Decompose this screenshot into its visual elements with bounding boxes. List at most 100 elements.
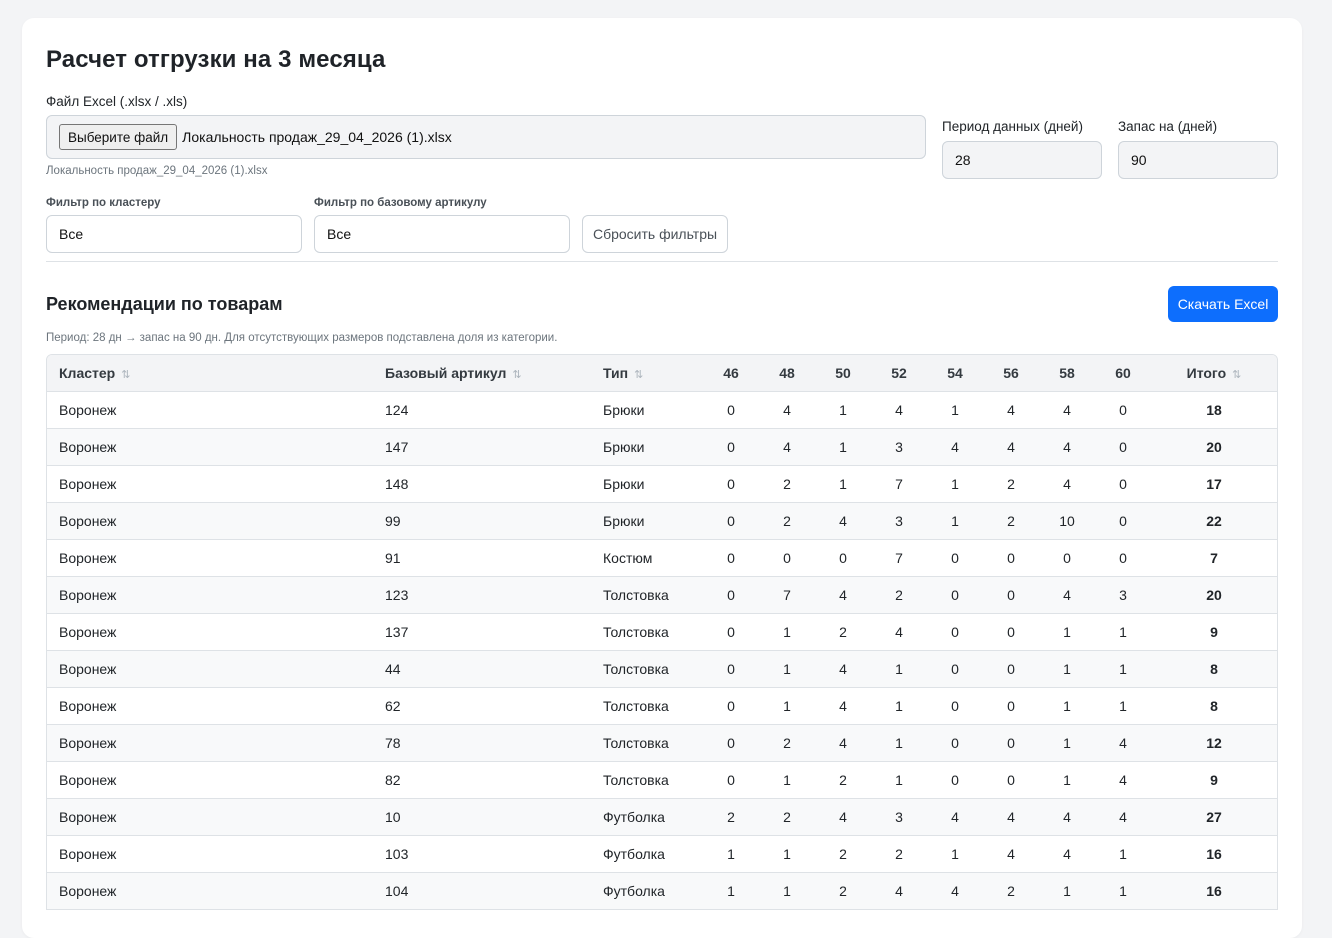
sort-icon[interactable]: ⇅ <box>121 369 130 381</box>
table-cell: 0 <box>1119 475 1127 492</box>
column-header[interactable]: Кластер ⇅ <box>47 355 373 391</box>
table-cell: 1 <box>839 401 847 418</box>
table-cell: 2 <box>1007 475 1015 492</box>
table-cell: 137 <box>385 623 409 640</box>
table-cell: 0 <box>727 512 735 529</box>
table-cell: 103 <box>385 845 409 862</box>
table-cell: 9 <box>1210 623 1218 640</box>
sort-icon[interactable]: ⇅ <box>1232 369 1241 381</box>
table-cell: 1 <box>1119 697 1127 714</box>
column-header-label: 52 <box>891 364 907 381</box>
table-cell: 1 <box>951 512 959 529</box>
table-cell: Воронеж <box>59 734 117 751</box>
selected-file-name: Локальность продаж_29_04_2026 (1).xlsx <box>182 129 452 145</box>
table-cell: 1 <box>1119 882 1127 899</box>
column-header-label: 60 <box>1115 364 1131 381</box>
column-header-label: 48 <box>779 364 795 381</box>
table-cell: 10 <box>385 808 401 825</box>
table-cell: 1 <box>1063 623 1071 640</box>
table-cell: 2 <box>839 882 847 899</box>
table-cell: 8 <box>1210 697 1218 714</box>
table-cell: 0 <box>951 549 959 566</box>
table-row: Воронеж 44 Толстовка 0 1 4 1 0 0 1 1 8 <box>47 650 1277 687</box>
table-cell: Толстовка <box>603 586 669 603</box>
table-cell: 1 <box>895 771 903 788</box>
table-cell: 0 <box>1007 549 1015 566</box>
file-upload-input[interactable]: Выберите файл Локальность продаж_29_04_2… <box>46 115 926 159</box>
table-cell: 0 <box>727 586 735 603</box>
table-cell: Воронеж <box>59 512 117 529</box>
stock-days-input[interactable]: 90 <box>1118 141 1278 179</box>
table-cell: 2 <box>783 734 791 751</box>
table-cell: 0 <box>1063 549 1071 566</box>
table-cell: Костюм <box>603 549 653 566</box>
table-cell: 1 <box>895 734 903 751</box>
table-cell: 4 <box>951 882 959 899</box>
cluster-filter-label: Фильтр по кластеру <box>46 197 161 209</box>
table-cell: 27 <box>1206 808 1222 825</box>
table-cell: 4 <box>1063 475 1071 492</box>
table-cell: 17 <box>1206 475 1222 492</box>
table-cell: Брюки <box>603 475 645 492</box>
table-cell: 1 <box>951 475 959 492</box>
reset-filters-button[interactable]: Сбросить фильтры <box>582 215 728 253</box>
table-cell: 0 <box>1119 512 1127 529</box>
file-hint: Локальность продаж_29_04_2026 (1).xlsx <box>46 165 268 177</box>
table-cell: 0 <box>727 697 735 714</box>
table-cell: 82 <box>385 771 401 788</box>
table-cell: Воронеж <box>59 401 117 418</box>
table-cell: Воронеж <box>59 549 117 566</box>
column-header-label: Тип <box>603 364 629 381</box>
table-cell: 1 <box>839 475 847 492</box>
article-filter-select[interactable]: Все <box>314 215 570 253</box>
period-note: Период: 28 дн → запас на 90 дн. Для отсу… <box>46 332 558 344</box>
sort-icon[interactable]: ⇅ <box>512 369 521 381</box>
cluster-filter-select[interactable]: Все <box>46 215 302 253</box>
column-header: 58 <box>1037 355 1097 391</box>
table-cell: 148 <box>385 475 409 492</box>
choose-file-button[interactable]: Выберите файл <box>59 124 178 150</box>
table-cell: 4 <box>1063 586 1071 603</box>
table-cell: Толстовка <box>603 660 669 677</box>
table-header-row: Кластер ⇅ Базовый артикул ⇅ Тип ⇅ 46 48 50 52 54 56… <box>47 355 1277 391</box>
table-cell: 0 <box>1007 771 1015 788</box>
table-cell: 44 <box>385 660 401 677</box>
sort-icon[interactable]: ⇅ <box>634 369 643 381</box>
table-cell: 4 <box>839 512 847 529</box>
column-header[interactable]: Итого ⇅ <box>1149 355 1277 391</box>
table-cell: 0 <box>727 549 735 566</box>
column-header[interactable]: Базовый артикул ⇅ <box>373 355 591 391</box>
table-cell: 0 <box>727 734 735 751</box>
table-row: Воронеж 147 Брюки 0 4 1 3 4 4 4 0 20 <box>47 428 1277 465</box>
table-cell: 0 <box>727 475 735 492</box>
download-excel-button[interactable]: Скачать Excel <box>1168 286 1278 322</box>
table-cell: Воронеж <box>59 475 117 492</box>
recommendations-title: Рекомендации по товарам <box>46 294 283 314</box>
table-cell: 0 <box>783 549 791 566</box>
table-cell: 0 <box>727 438 735 455</box>
column-header[interactable]: Тип ⇅ <box>591 355 701 391</box>
period-input[interactable]: 28 <box>942 141 1102 179</box>
table-cell: Брюки <box>603 512 645 529</box>
table-cell: 123 <box>385 586 409 603</box>
table-cell: Брюки <box>603 401 645 418</box>
table-cell: 4 <box>1063 845 1071 862</box>
table-cell: 16 <box>1206 845 1222 862</box>
table-cell: 4 <box>1007 808 1015 825</box>
table-cell: 124 <box>385 401 409 418</box>
table-cell: 78 <box>385 734 401 751</box>
table-cell: 4 <box>1063 438 1071 455</box>
table-cell: 0 <box>727 771 735 788</box>
table-cell: 1 <box>1063 697 1071 714</box>
table-cell: 0 <box>727 660 735 677</box>
table-cell: 1 <box>1119 623 1127 640</box>
table-cell: 0 <box>1119 549 1127 566</box>
table-cell: 0 <box>1007 734 1015 751</box>
table-cell: 91 <box>385 549 401 566</box>
table-cell: 1 <box>727 845 735 862</box>
table-cell: Воронеж <box>59 808 117 825</box>
table-cell: 7 <box>895 475 903 492</box>
table-cell: 2 <box>839 623 847 640</box>
divider <box>46 261 1278 262</box>
stock-days-label: Запас на (дней) <box>1118 119 1218 134</box>
